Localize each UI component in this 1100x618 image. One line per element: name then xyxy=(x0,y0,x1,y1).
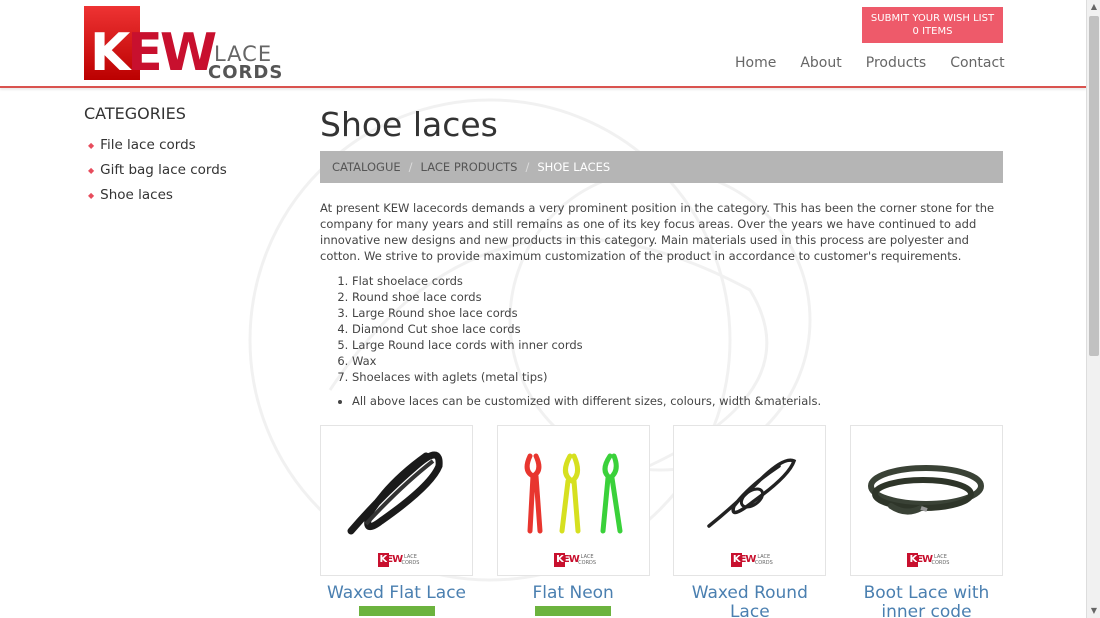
add-to-wishlist-button[interactable] xyxy=(535,606,612,616)
diamond-bullet-icon: ◆ xyxy=(88,190,95,200)
product-image[interactable]: KEW LACE CORDS xyxy=(849,425,1003,576)
list-item: Shoelaces with aglets (metal tips) xyxy=(352,369,1003,385)
mini-brand-logo: KEW LACE CORDS xyxy=(907,553,950,567)
category-label: Gift bag lace cords xyxy=(100,162,227,178)
list-item: Diamond Cut shoe lace cords xyxy=(352,321,1003,337)
mini-brand-logo: KEW LACE CORDS xyxy=(554,553,597,567)
mini-brand-logo: KEW LACE CORDS xyxy=(377,553,420,567)
breadcrumb-current: SHOE LACES xyxy=(537,160,611,174)
scroll-up-icon[interactable]: ▲ xyxy=(1087,0,1100,14)
scrollbar-thumb[interactable] xyxy=(1089,16,1099,356)
lace-types-list: Flat shoelace cords Round shoe lace cord… xyxy=(352,273,1003,385)
main-content: Shoe laces CATALOGUE / LACE PRODUCTS / S… xyxy=(320,104,1003,409)
product-card: KEW LACE CORDS Waxed Round Lace xyxy=(673,425,827,618)
breadcrumb-separator: / xyxy=(408,160,413,174)
category-label: Shoe laces xyxy=(100,187,173,203)
categories-sidebar: CATEGORIES ◆ File lace cords ◆ Gift bag la… xyxy=(84,104,284,212)
customization-note: All above laces can be customized with d… xyxy=(352,393,1003,409)
mini-brand-logo: KEW LACE CORDS xyxy=(730,553,773,567)
list-item: Large Round shoe lace cords xyxy=(352,305,1003,321)
breadcrumb-lace-products[interactable]: LACE PRODUCTS xyxy=(421,160,518,174)
categories-heading: CATEGORIES xyxy=(84,104,186,123)
product-card: KEW LACE CORDS Boot Lace with inner code xyxy=(849,425,1003,618)
product-card: KEW LACE CORDS Flat Neon xyxy=(496,425,650,618)
breadcrumb-separator: / xyxy=(525,160,530,174)
category-shoe-laces[interactable]: ◆ Shoe laces xyxy=(84,187,284,203)
product-card: KEW LACE CORDS Waxed Flat Lace xyxy=(320,425,473,618)
vertical-scrollbar[interactable]: ▲ ▼ xyxy=(1086,0,1100,618)
list-item: Large Round lace cords with inner cords xyxy=(352,337,1003,353)
diamond-bullet-icon: ◆ xyxy=(88,140,95,150)
wishlist-count: 0 ITEMS xyxy=(912,26,953,37)
product-grid: KEW LACE CORDS Waxed Flat Lace KEW LACE CO… xyxy=(320,425,1003,618)
list-item: Flat shoelace cords xyxy=(352,273,1003,289)
brand-logo[interactable]: KEW LACE CORDS xyxy=(84,6,284,83)
category-gift-bag-lace-cords[interactable]: ◆ Gift bag lace cords xyxy=(84,162,284,178)
scroll-down-icon[interactable]: ▼ xyxy=(1087,604,1100,618)
nav-contact[interactable]: Contact xyxy=(950,55,1004,71)
submit-wishlist-button[interactable]: SUBMIT YOUR WISH LIST 0 ITEMS xyxy=(862,7,1003,43)
category-label: File lace cords xyxy=(100,137,196,153)
main-nav: Home About Products Contact xyxy=(735,55,1029,71)
logo-cords-text: CORDS xyxy=(208,62,284,83)
diamond-bullet-icon: ◆ xyxy=(88,165,95,175)
nav-products[interactable]: Products xyxy=(866,55,926,71)
category-file-lace-cords[interactable]: ◆ File lace cords xyxy=(84,137,284,153)
breadcrumb: CATALOGUE / LACE PRODUCTS / SHOE LACES xyxy=(320,151,1003,183)
add-to-wishlist-button[interactable] xyxy=(358,606,435,616)
product-name-link[interactable]: Waxed Flat Lace xyxy=(320,584,473,603)
intro-paragraph: At present KEW lacecords demands a very … xyxy=(320,201,995,263)
logo-lace-text: LACE xyxy=(214,42,273,66)
list-item: Wax xyxy=(352,353,1003,369)
breadcrumb-catalogue[interactable]: CATALOGUE xyxy=(332,160,401,174)
nav-home[interactable]: Home xyxy=(735,55,776,71)
product-image[interactable]: KEW LACE CORDS xyxy=(673,425,827,576)
product-image[interactable]: KEW LACE CORDS xyxy=(320,425,473,576)
product-name-link[interactable]: Boot Lace with inner code xyxy=(850,584,1003,618)
product-image[interactable]: KEW LACE CORDS xyxy=(496,425,650,576)
logo-kew-text: KEW xyxy=(90,23,217,83)
page-title: Shoe laces xyxy=(320,105,498,144)
product-name-link[interactable]: Flat Neon xyxy=(497,584,650,603)
notes-list: All above laces can be customized with d… xyxy=(352,393,1003,409)
nav-about[interactable]: About xyxy=(800,55,841,71)
wishlist-label: SUBMIT YOUR WISH LIST xyxy=(870,13,995,24)
list-item: Round shoe lace cords xyxy=(352,289,1003,305)
site-header: KEW LACE CORDS SUBMIT YOUR WISH LIST 0 I… xyxy=(0,0,1086,88)
product-name-link[interactable]: Waxed Round Lace xyxy=(673,584,826,618)
